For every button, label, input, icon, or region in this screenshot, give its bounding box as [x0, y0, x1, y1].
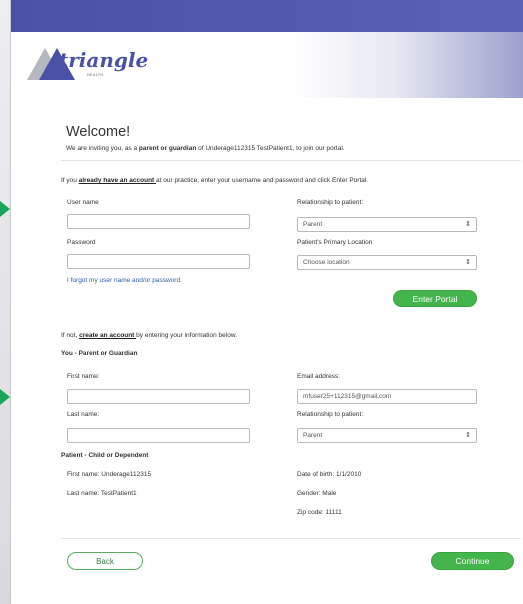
login-relationship-select[interactable]: Parent ⇕ [297, 217, 477, 232]
back-button[interactable]: Back [67, 552, 143, 570]
signup-relationship-select[interactable]: Parent ⇕ [297, 428, 477, 443]
login-relationship-label: Relationship to patient: [297, 199, 364, 206]
triangle-logo: triangle HEALTH [25, 40, 148, 84]
last-name-input[interactable] [67, 428, 250, 443]
pointer-arrow-icon [0, 389, 10, 405]
email-input[interactable]: mfuser25+112315@gmail.com [297, 389, 477, 404]
divider [61, 160, 521, 161]
guardian-section-heading: You - Parent or Guardian [61, 350, 138, 357]
patient-last-name: Last name: TestPatient1 [67, 490, 137, 497]
brand-name: triangle [59, 48, 149, 72]
brand-tagline: HEALTH [87, 73, 104, 77]
create-account-link[interactable]: create an account [79, 332, 136, 339]
patient-zip: Zip code: 11111 [297, 509, 342, 516]
last-name-label: Last name: [67, 411, 100, 418]
pointer-arrow-icon [0, 201, 10, 217]
select-arrows-icon: ⇕ [465, 432, 471, 439]
username-label: User name [67, 199, 99, 206]
portal-window: triangle HEALTH Welcome! We are inviting… [10, 0, 523, 604]
select-arrows-icon: ⇕ [465, 259, 471, 266]
password-input[interactable] [67, 254, 250, 269]
signup-relationship-label: Relationship to patient: [297, 411, 364, 418]
select-arrows-icon: ⇕ [465, 221, 471, 228]
welcome-intro: We are inviting you, as a parent or guar… [66, 145, 345, 152]
username-input[interactable] [67, 214, 250, 229]
location-label: Patient's Primary Location [297, 239, 373, 246]
continue-button[interactable]: Continue [431, 552, 514, 570]
signup-prompt: If not, create an account by entering yo… [61, 332, 237, 339]
first-name-input[interactable] [67, 389, 250, 404]
already-have-account-link[interactable]: already have an account [79, 177, 156, 184]
password-label: Password [67, 239, 96, 246]
patient-first-name: First name: Underage112315 [67, 471, 152, 478]
divider [61, 538, 521, 539]
login-prompt: If you already have an account at our pr… [61, 177, 369, 184]
patient-section-heading: Patient - Child or Dependent [61, 452, 149, 459]
page-title: Welcome! [66, 124, 131, 140]
patient-dob: Date of birth: 1/1/2010 [297, 471, 362, 478]
location-select[interactable]: Choose location ⇕ [297, 255, 477, 270]
forgot-credentials-link[interactable]: I forgot my user name and/or password. [67, 277, 182, 284]
brand-header: triangle HEALTH [11, 32, 523, 98]
first-name-label: First name: [67, 373, 100, 380]
top-bar [11, 0, 523, 32]
patient-gender: Gender: Male [297, 490, 337, 497]
enter-portal-button[interactable]: Enter Portal [393, 290, 477, 307]
email-label: Email address: [297, 373, 340, 380]
